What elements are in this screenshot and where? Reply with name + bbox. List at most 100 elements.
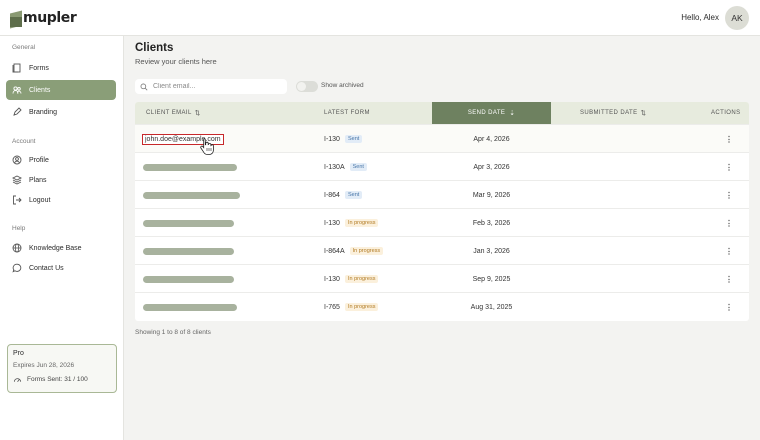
send-date-cell: Jan 3, 2026 (473, 247, 510, 255)
clients-icon (12, 85, 22, 95)
show-archived-toggle[interactable] (296, 81, 318, 92)
table-row[interactable]: I-130A Sent Apr 3, 2026 ⋮ (135, 152, 749, 180)
latest-form-cell: I-130 In progress (324, 265, 379, 293)
row-actions-button[interactable]: ⋮ (725, 181, 733, 209)
status-badge: In progress (344, 275, 379, 283)
status-badge: Sent (344, 191, 363, 199)
column-label: SEND DATE (467, 110, 506, 116)
status-badge: In progress (349, 247, 384, 255)
send-date-cell: Aug 31, 2025 (470, 303, 513, 311)
table-row[interactable]: john.doe@example.com I-130 Sent Apr 4, 2… (135, 124, 749, 152)
table-row[interactable]: I-130 In progress Sep 9, 2025 ⋮ (135, 264, 749, 292)
sidebar-item-label: Contact Us (29, 264, 64, 272)
redacted-email (143, 191, 240, 199)
status-badge: In progress (344, 219, 379, 227)
form-code: I-765 (324, 303, 340, 311)
row-actions-button[interactable]: ⋮ (725, 125, 733, 153)
table-row[interactable]: I-130 In progress Feb 3, 2026 ⋮ (135, 208, 749, 236)
search-icon (140, 83, 148, 90)
column-label: LATEST FORM (324, 110, 370, 116)
brand-name: mupler (23, 10, 77, 26)
clients-table: CLIENT EMAIL ⇅ LATEST FORM SEND DATE ⇣ S… (135, 102, 749, 321)
latest-form-cell: I-864A In progress (324, 237, 384, 265)
redacted-email (143, 275, 234, 283)
sidebar-item-logout[interactable]: Logout (6, 190, 116, 210)
send-date-cell: Apr 3, 2026 (473, 163, 510, 171)
row-actions-button[interactable]: ⋮ (725, 237, 733, 265)
status-badge: Sent (349, 163, 367, 171)
send-date-cell: Feb 3, 2026 (472, 219, 511, 227)
send-date-cell: Sep 9, 2025 (472, 275, 511, 283)
plan-card[interactable]: Pro Expires Jun 28, 2026 Forms Sent: 31 … (7, 344, 117, 393)
greeting-text: Hello, Alex (681, 13, 719, 22)
column-label: SUBMITTED DATE (580, 110, 638, 116)
form-code: I-130A (324, 163, 345, 171)
form-code: I-864A (324, 247, 345, 255)
table-row[interactable]: I-864 Sent Mar 9, 2026 ⋮ (135, 180, 749, 208)
table-row[interactable]: I-864A In progress Jan 3, 2026 ⋮ (135, 236, 749, 264)
sidebar-item-label: Clients (29, 86, 51, 94)
branding-icon (12, 107, 22, 117)
redacted-email (143, 219, 234, 227)
redacted-email (143, 163, 237, 171)
search-box[interactable] (135, 79, 287, 94)
plan-expiry: Expires Jun 28, 2026 (13, 362, 75, 369)
table-header: CLIENT EMAIL ⇅ LATEST FORM SEND DATE ⇣ S… (135, 102, 749, 124)
sidebar-item-label: Forms (29, 64, 49, 72)
search-input[interactable] (153, 83, 283, 90)
row-actions-button[interactable]: ⋮ (725, 293, 733, 321)
profile-icon (12, 155, 22, 165)
column-client-email[interactable]: CLIENT EMAIL ⇅ (146, 102, 256, 124)
sort-icon: ⇅ (194, 110, 201, 117)
row-actions-button[interactable]: ⋮ (725, 153, 733, 181)
avatar[interactable]: AK (725, 6, 749, 30)
brand-logo[interactable]: mupler (10, 9, 77, 29)
logo-icon (10, 9, 22, 29)
send-date-cell: Apr 4, 2026 (473, 135, 510, 143)
column-submitted-date[interactable]: SUBMITTED DATE ⇅ (580, 102, 670, 124)
globe-icon (12, 243, 22, 253)
send-date-cell: Mar 9, 2026 (472, 191, 511, 199)
form-code: I-130 (324, 135, 340, 143)
gauge-icon (13, 378, 22, 383)
sidebar-item-plans[interactable]: Plans (6, 170, 116, 190)
form-code: I-130 (324, 219, 340, 227)
sidebar-item-label: Branding (29, 108, 58, 116)
sidebar-item-knowledge-base[interactable]: Knowledge Base (6, 238, 116, 258)
table-row[interactable]: I-765 In progress Aug 31, 2025 ⋮ (135, 292, 749, 320)
column-actions: ACTIONS (711, 102, 741, 124)
latest-form-cell: I-765 In progress (324, 293, 379, 321)
client-email-cell (143, 265, 234, 293)
sidebar-item-label: Knowledge Base (29, 244, 82, 252)
pagination-summary: Showing 1 to 8 of 8 clients (135, 329, 211, 336)
plans-icon (12, 175, 22, 185)
top-bar: mupler Hello, Alex AK (0, 0, 760, 36)
sidebar-item-contact-us[interactable]: Contact Us (6, 258, 116, 278)
form-code: I-864 (324, 191, 340, 199)
redacted-email (143, 247, 234, 255)
row-actions-button[interactable]: ⋮ (725, 209, 733, 237)
sidebar-item-branding[interactable]: Branding (6, 102, 116, 122)
column-label: ACTIONS (711, 110, 741, 116)
chat-icon (12, 263, 22, 273)
client-email-cell (143, 153, 237, 181)
latest-form-cell: I-130 In progress (324, 209, 379, 237)
sidebar-item-label: Logout (29, 196, 51, 204)
latest-form-cell: I-864 Sent (324, 181, 363, 209)
column-label: CLIENT EMAIL (146, 110, 192, 116)
column-send-date[interactable]: SEND DATE ⇣ (432, 102, 551, 124)
sidebar-item-forms[interactable]: Forms (6, 58, 116, 78)
sidebar-item-profile[interactable]: Profile (6, 150, 116, 170)
row-actions-button[interactable]: ⋮ (725, 265, 733, 293)
column-latest-form[interactable]: LATEST FORM (324, 102, 404, 124)
section-account: Account (12, 138, 36, 145)
sidebar-item-clients[interactable]: Clients (6, 80, 116, 100)
status-badge: In progress (344, 303, 379, 311)
page-title: Clients (135, 42, 174, 54)
latest-form-cell: I-130A Sent (324, 153, 367, 181)
page-subtitle: Review your clients here (135, 57, 217, 66)
forms-icon (12, 63, 22, 73)
logout-icon (12, 195, 22, 205)
client-email-cell (143, 181, 240, 209)
sidebar: General Forms Clients Branding Account P… (0, 36, 124, 440)
